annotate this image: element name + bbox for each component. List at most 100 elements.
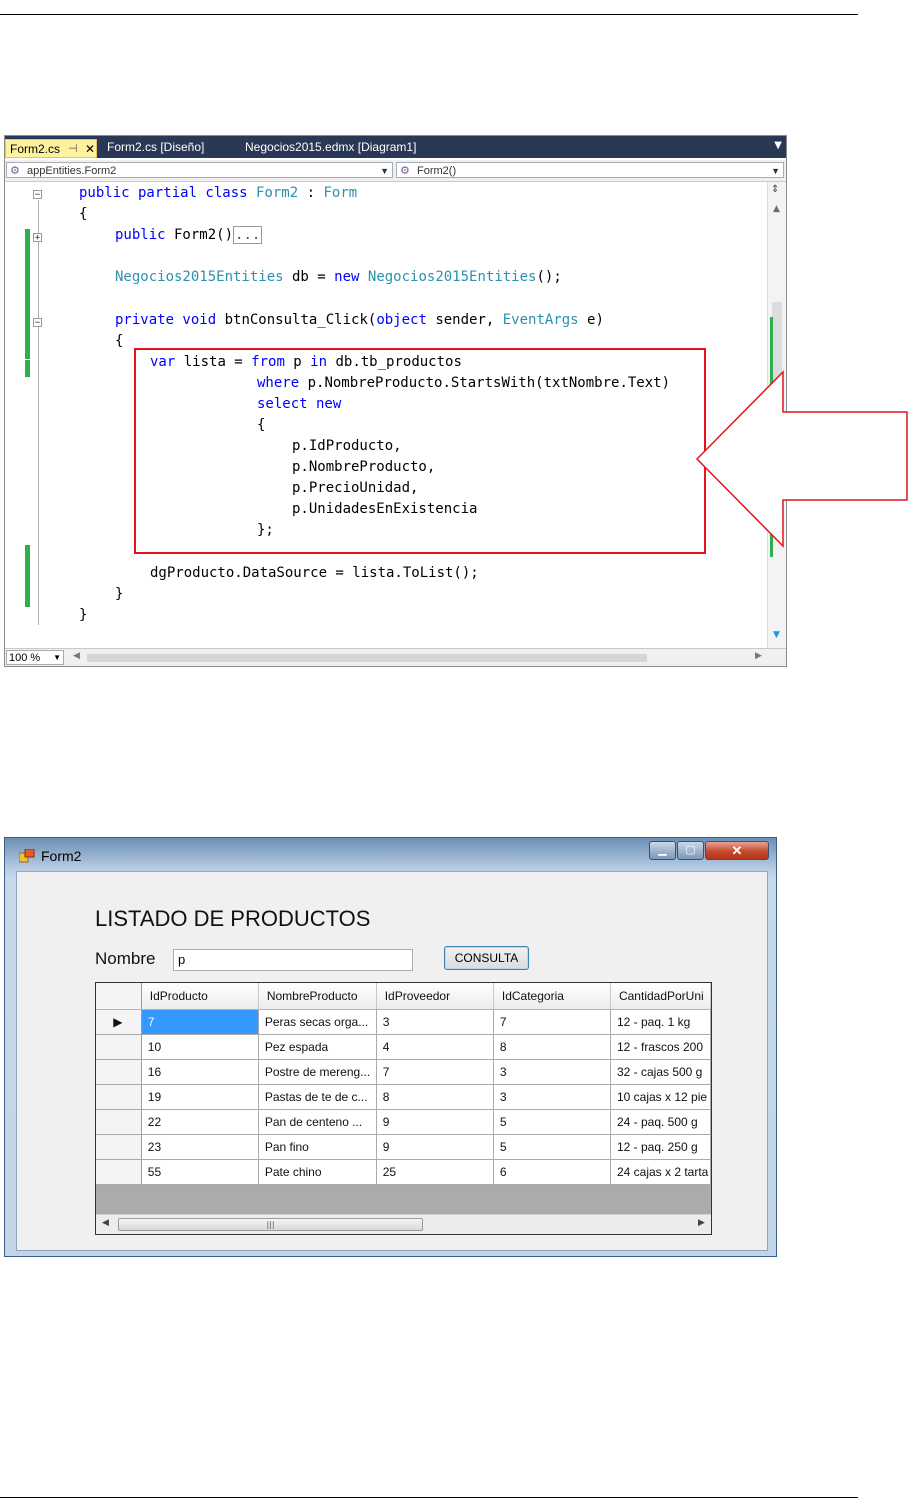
table-cell[interactable]: 25 [376,1159,494,1185]
scroll-left-icon[interactable]: ◀ [73,651,80,661]
form-client-area: LISTADO DE PRODUCTOS Nombre p CONSULTA I… [16,871,768,1251]
scroll-right-icon[interactable]: ▶ [698,1218,705,1228]
row-header[interactable] [96,1059,142,1085]
table-cell[interactable]: 9 [376,1109,494,1135]
type-selector-value: appEntities.Form2 [27,165,117,177]
scroll-down-icon[interactable]: ▼ [773,630,780,640]
scroll-right-icon[interactable]: ▶ [755,651,762,661]
table-cell[interactable]: 24 cajas x 2 tarta [610,1159,711,1185]
column-header[interactable]: IdCategoria [493,983,611,1010]
row-header[interactable] [96,1109,142,1135]
table-cell[interactable]: 32 - cajas 500 g [610,1059,711,1085]
table-cell[interactable]: 9 [376,1134,494,1160]
splitter-icon[interactable]: ⇕ [771,184,779,195]
tab-edmx-diagram[interactable]: Negocios2015.edmx [Diagram1] [241,138,420,157]
minimize-button[interactable]: ▁ [649,841,676,860]
close-button[interactable]: ✕ [705,841,769,860]
table-cell[interactable]: 24 - paq. 500 g [610,1109,711,1135]
pin-icon[interactable]: ⊣ [68,140,78,159]
table-row[interactable]: ▶ 7 Peras secas orga... 3 7 12 - paq. 1 … [96,1009,711,1035]
current-row-indicator-icon[interactable]: ▶ [96,1009,142,1035]
nombre-input[interactable]: p [173,949,413,971]
table-cell[interactable]: 5 [493,1109,611,1135]
close-icon[interactable]: ✕ [85,140,95,159]
table-cell[interactable]: Pate chino [258,1159,377,1185]
column-header[interactable]: IdProducto [141,983,259,1010]
tab-form2-cs[interactable]: Form2.cs ⊣ ✕ [5,139,97,158]
table-cell[interactable]: 12 - paq. 250 g [610,1134,711,1160]
member-selector-value: Form2() [417,165,457,177]
scroll-up-icon[interactable]: ▲ [773,204,780,214]
zoom-value: 100 % [9,652,41,664]
table-cell[interactable]: 3 [493,1084,611,1110]
horizontal-scroll-thumb[interactable] [87,654,647,662]
table-cell[interactable]: 5 [493,1134,611,1160]
table-row[interactable]: 22 Pan de centeno ... 9 5 24 - paq. 500 … [96,1109,711,1135]
table-cell[interactable]: 8 [376,1084,494,1110]
table-cell[interactable]: Pan de centeno ... [258,1109,377,1135]
class-icon: ⚙ [10,165,20,177]
maximize-button[interactable]: ▢ [677,841,704,860]
table-cell[interactable]: 55 [141,1159,259,1185]
method-icon: ⚙ [400,165,410,177]
zoom-combo[interactable]: 100 % ▼ [6,650,64,665]
table-cell[interactable]: Pan fino [258,1134,377,1160]
column-header[interactable]: CantidadPorUni [610,983,711,1010]
table-cell[interactable]: 3 [376,1009,494,1035]
tab-label: Form2.cs [Diseño] [107,140,205,154]
tab-overflow-dropdown-icon[interactable]: ▼ [774,140,782,151]
row-header[interactable] [96,1084,142,1110]
linq-query-highlight-box [134,348,706,554]
table-cell[interactable]: Pastas de te de c... [258,1084,377,1110]
table-row[interactable]: 55 Pate chino 25 6 24 cajas x 2 tarta [96,1159,711,1185]
table-cell[interactable]: 4 [376,1034,494,1060]
table-cell[interactable]: 19 [141,1084,259,1110]
table-cell[interactable]: 7 [493,1009,611,1035]
row-header-corner[interactable] [96,983,142,1010]
column-header[interactable]: IdProveedor [376,983,494,1010]
code-line: { [115,333,124,349]
table-cell[interactable]: 23 [141,1134,259,1160]
row-header[interactable] [96,1034,142,1060]
editor-gutter: − + − [5,182,57,648]
expand-icon[interactable]: + [33,233,42,243]
table-cell[interactable]: 7 [141,1009,259,1035]
collapse-icon[interactable]: − [33,190,42,200]
table-cell[interactable]: Pez espada [258,1034,377,1060]
table-cell[interactable]: Peras secas orga... [258,1009,377,1035]
navigation-bar: ⚙ appEntities.Form2 ▼ ⚙ Form2() ▼ [5,160,786,182]
scroll-thumb[interactable]: ||| [118,1218,423,1231]
table-cell[interactable]: 6 [493,1159,611,1185]
chevron-down-icon[interactable]: ▼ [380,163,389,177]
grid-horizontal-scrollbar[interactable]: ◀ ||| ▶ [96,1214,711,1234]
page-header-rule [0,14,858,15]
row-header[interactable] [96,1159,142,1185]
table-cell[interactable]: 16 [141,1059,259,1085]
table-row[interactable]: 23 Pan fino 9 5 12 - paq. 250 g [96,1134,711,1160]
member-selector-combo[interactable]: ⚙ Form2() ▼ [396,162,784,178]
table-cell[interactable]: 12 - frascos 200 [610,1034,711,1060]
table-cell[interactable]: 3 [493,1059,611,1085]
chevron-down-icon[interactable]: ▼ [771,163,780,177]
table-row[interactable]: 16 Postre de mereng... 7 3 32 - cajas 50… [96,1059,711,1085]
consulta-button[interactable]: CONSULTA [444,946,529,970]
table-row[interactable]: 19 Pastas de te de c... 8 3 10 cajas x 1… [96,1084,711,1110]
tab-label: Form2.cs [10,142,61,156]
table-cell[interactable]: 10 cajas x 12 pie [610,1084,711,1110]
table-cell[interactable]: 22 [141,1109,259,1135]
column-header[interactable]: NombreProducto [258,983,377,1010]
table-cell[interactable]: 12 - paq. 1 kg [610,1009,711,1035]
table-cell[interactable]: 7 [376,1059,494,1085]
table-row[interactable]: 10 Pez espada 4 8 12 - frascos 200 [96,1034,711,1060]
scroll-left-icon[interactable]: ◀ [102,1218,109,1228]
row-header[interactable] [96,1134,142,1160]
table-cell[interactable]: 8 [493,1034,611,1060]
productos-data-grid[interactable]: IdProducto NombreProducto IdProveedor Id… [95,982,712,1235]
type-selector-combo[interactable]: ⚙ appEntities.Form2 ▼ [6,162,393,178]
chevron-down-icon[interactable]: ▼ [53,651,61,665]
collapse-icon[interactable]: − [33,318,42,328]
table-cell[interactable]: 10 [141,1034,259,1060]
tab-form2-design[interactable]: Form2.cs [Diseño] [103,138,208,157]
grid-header-row: IdProducto NombreProducto IdProveedor Id… [96,983,711,1010]
table-cell[interactable]: Postre de mereng... [258,1059,377,1085]
